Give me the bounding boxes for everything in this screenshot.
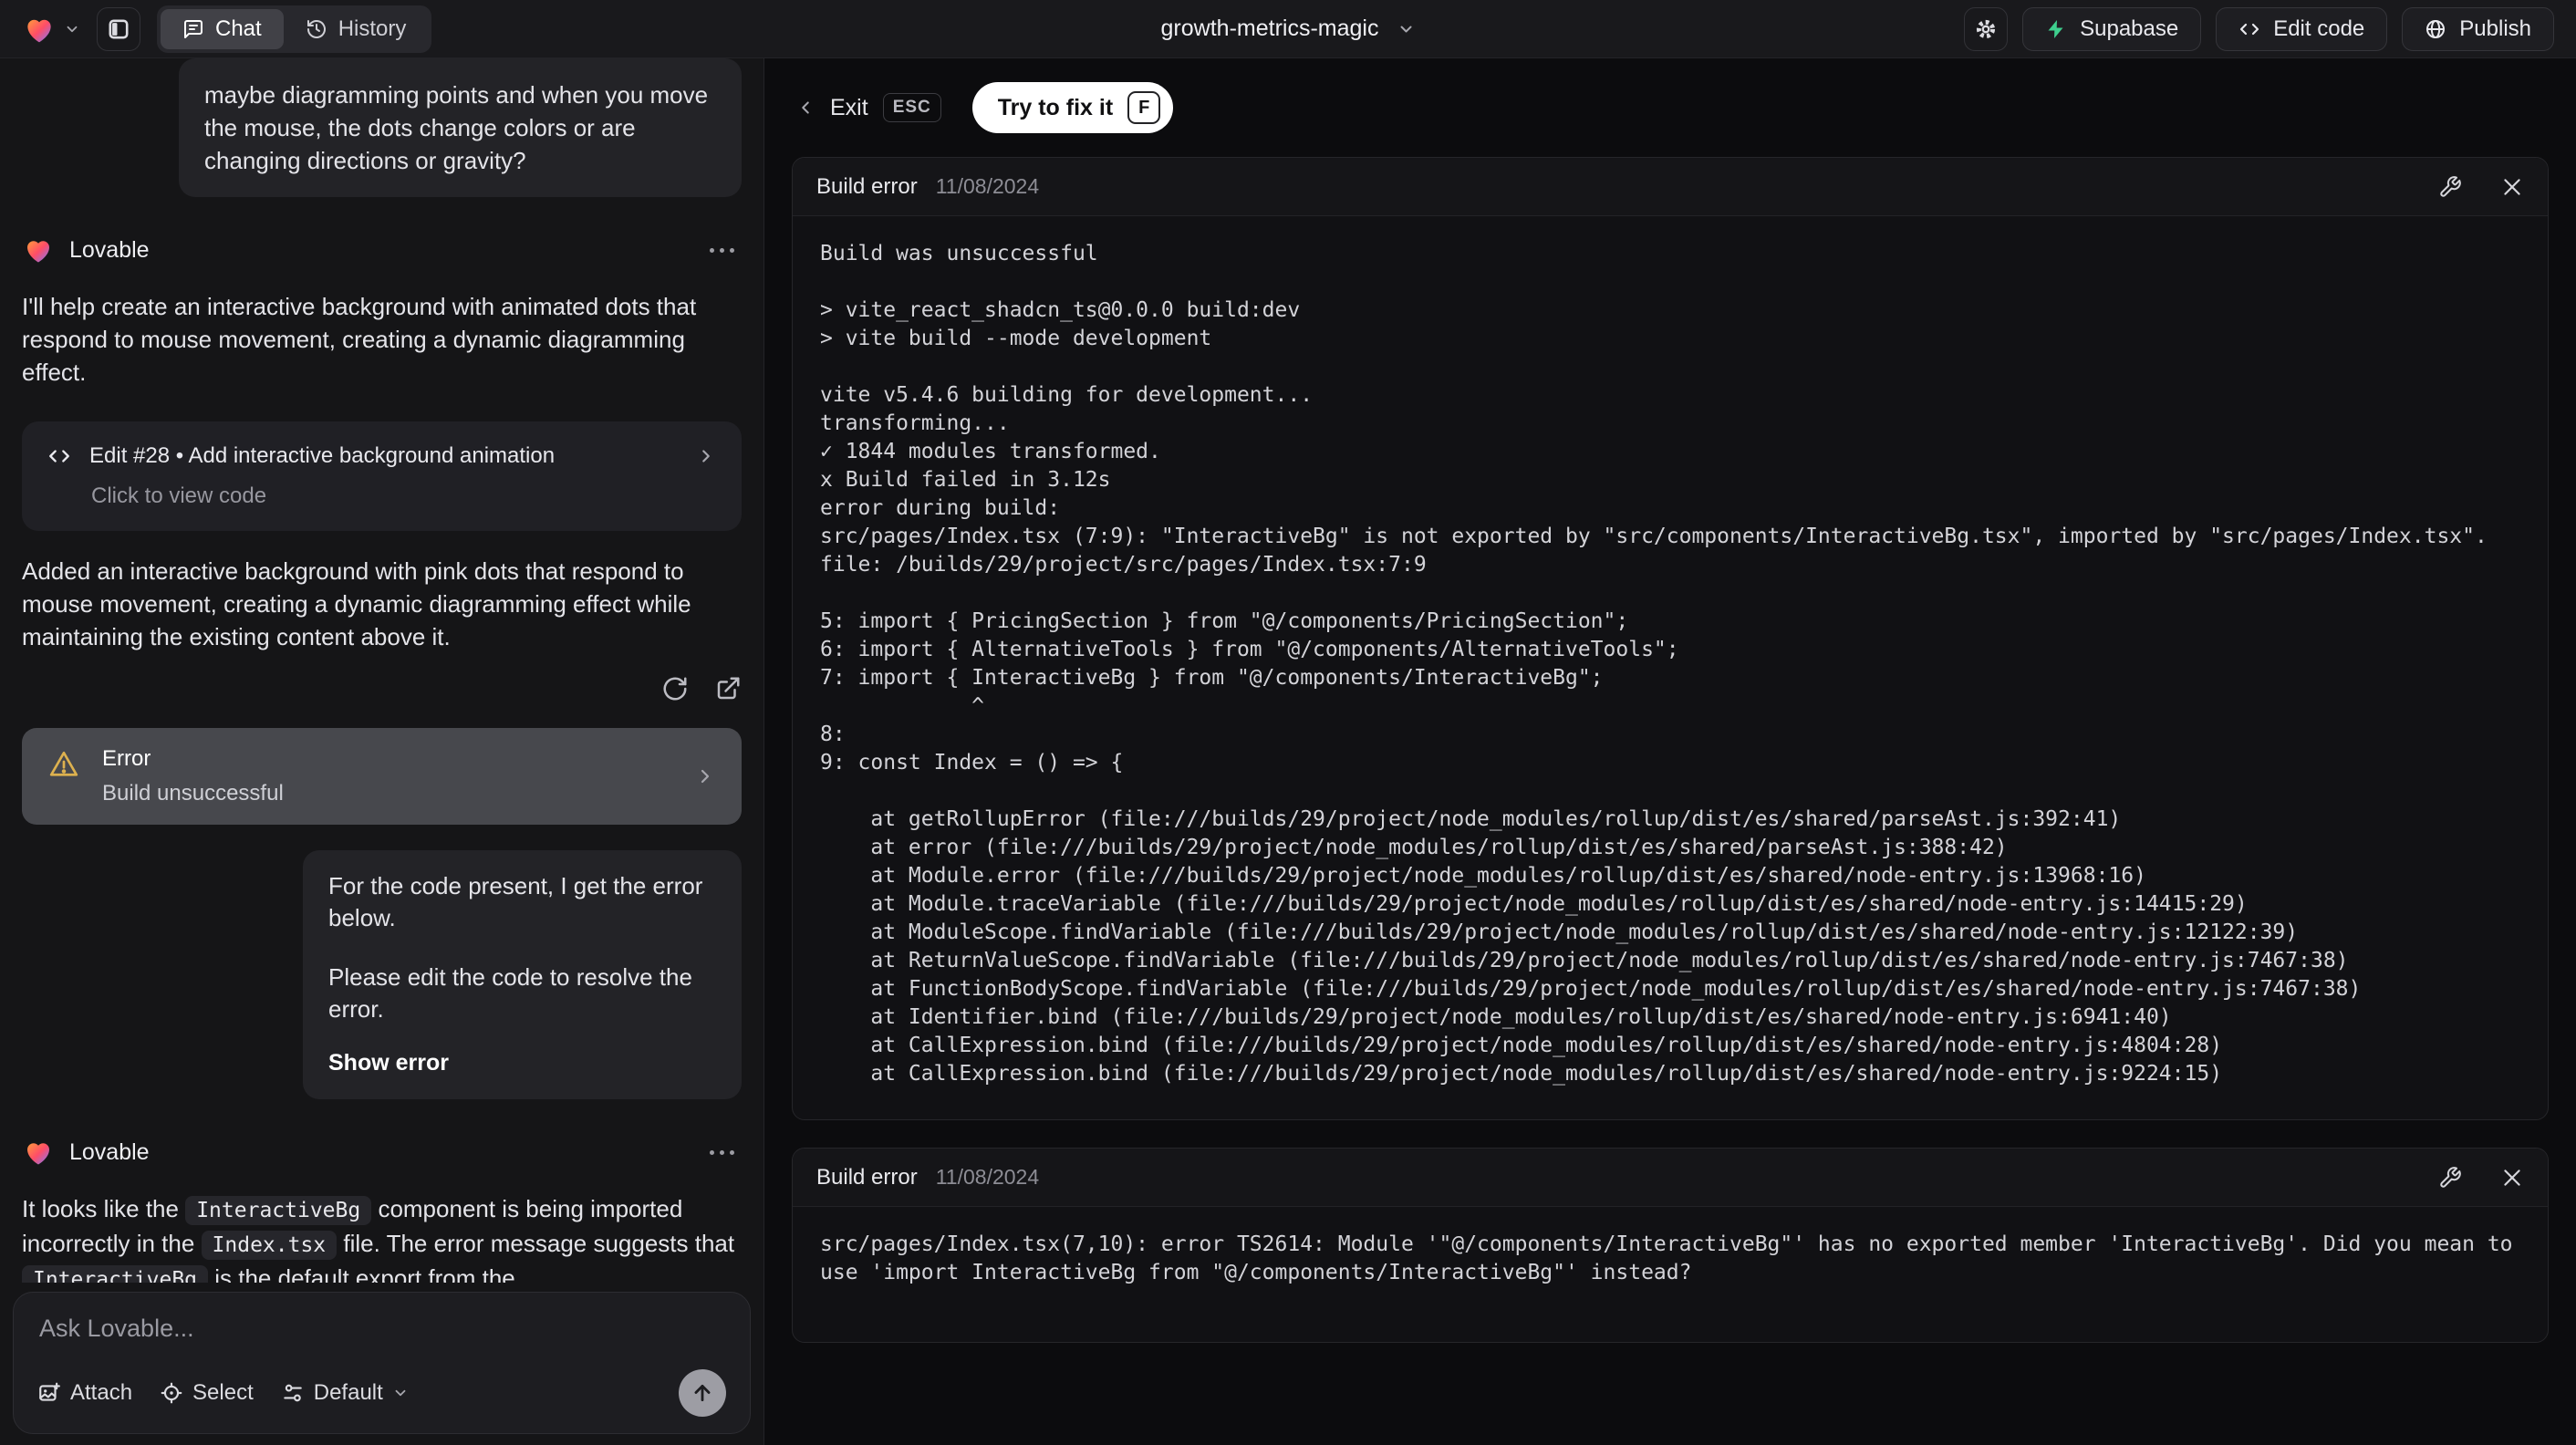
chevron-down-icon	[392, 1385, 409, 1401]
attach-button[interactable]: Attach	[37, 1380, 132, 1406]
supabase-bolt-icon	[2045, 18, 2067, 40]
edit-card-subtitle: Click to view code	[91, 483, 267, 508]
code-brackets-icon	[2238, 18, 2260, 40]
more-options-icon[interactable]	[702, 241, 742, 260]
chevron-right-icon	[694, 765, 716, 787]
settings-button[interactable]	[1964, 6, 2009, 51]
attach-label: Attach	[70, 1380, 133, 1405]
project-name: growth-metrics-magic	[1160, 16, 1379, 41]
send-button[interactable]	[679, 1369, 726, 1417]
user-message-line: For the code present, I get the error be…	[328, 872, 703, 931]
chevron-left-icon	[795, 98, 815, 118]
assistant-name: Lovable	[69, 1138, 150, 1165]
supabase-button[interactable]: Supabase	[2022, 6, 2202, 51]
warning-triangle-icon	[47, 748, 80, 781]
assistant-message-header: Lovable	[22, 234, 742, 266]
exit-label: Exit	[830, 94, 868, 120]
chevron-down-icon	[1397, 20, 1415, 38]
close-icon[interactable]	[2500, 175, 2524, 199]
tab-chat[interactable]: Chat	[161, 8, 284, 49]
assistant-text: I'll help create an interactive backgrou…	[22, 293, 697, 386]
try-to-fix-button[interactable]: Try to fix it F	[971, 82, 1174, 133]
chat-composer: Attach Select	[13, 1292, 751, 1434]
open-preview-icon[interactable]	[714, 675, 742, 702]
build-error-header: Build error 11/08/2024	[793, 1149, 2548, 1207]
preview-toolbar: Exit ESC Try to fix it F	[792, 58, 2549, 133]
assistant-message-header: Lovable	[22, 1136, 742, 1169]
tab-history[interactable]: History	[284, 9, 429, 49]
edit-card-28[interactable]: Edit #28 • Add interactive background an…	[22, 421, 742, 531]
lovable-heart-icon	[22, 1136, 55, 1169]
build-error-date: 11/08/2024	[935, 1165, 1040, 1189]
lovable-heart-icon	[22, 12, 57, 47]
mode-label: Default	[313, 1380, 383, 1405]
chat-bubble-icon	[182, 18, 204, 40]
select-label: Select	[192, 1380, 254, 1405]
panel-left-icon	[107, 17, 130, 41]
show-error-link[interactable]: Show error	[328, 1047, 716, 1079]
edit-card-title: Edit #28 • Add interactive background an…	[89, 443, 556, 468]
chat-message-list[interactable]: maybe diagramming points and when you mo…	[0, 58, 763, 1283]
user-message: For the code present, I get the error be…	[303, 850, 742, 1099]
code-brackets-icon	[47, 444, 71, 468]
error-summary-card[interactable]: Error Build unsuccessful	[22, 728, 742, 825]
f-key-badge: F	[1127, 91, 1161, 124]
tab-chat-label: Chat	[215, 16, 262, 41]
build-log[interactable]: src/pages/Index.tsx(7,10): error TS2614:…	[820, 1231, 2520, 1287]
lovable-heart-icon	[22, 234, 55, 266]
build-error-title: Build error	[816, 173, 918, 199]
edit-code-button[interactable]: Edit code	[2216, 6, 2388, 51]
build-error-title: Build error	[816, 1164, 918, 1190]
supabase-label: Supabase	[2080, 16, 2179, 41]
chat-panel: maybe diagramming points and when you mo…	[0, 58, 764, 1445]
more-options-icon[interactable]	[702, 1143, 742, 1162]
chevron-right-icon	[696, 446, 716, 466]
chat-history-tabs: Chat History	[157, 5, 432, 53]
esc-key-badge: ESC	[882, 93, 941, 122]
wrench-icon[interactable]	[2438, 175, 2462, 199]
build-error-card-2: Build error 11/08/2024 src/pages/Index.t…	[792, 1148, 2549, 1343]
user-message-line: Please edit the code to resolve the erro…	[328, 963, 692, 1023]
top-bar: Chat History growth-metrics-magic Supaba…	[0, 0, 2576, 58]
build-error-card-1: Build error 11/08/2024 Build was unsucce…	[792, 157, 2549, 1120]
preview-panel: Exit ESC Try to fix it F Build error 11/…	[764, 58, 2576, 1445]
gear-icon	[1974, 17, 1998, 41]
assistant-name: Lovable	[69, 236, 150, 263]
globe-icon	[2425, 18, 2446, 40]
publish-button[interactable]: Publish	[2402, 6, 2554, 51]
restore-version-icon[interactable]	[661, 675, 689, 702]
build-error-date: 11/08/2024	[935, 174, 1040, 198]
edit-code-label: Edit code	[2273, 16, 2365, 41]
mode-selector[interactable]: Default	[281, 1380, 409, 1406]
wrench-icon[interactable]	[2438, 1166, 2462, 1190]
arrow-up-icon	[691, 1381, 714, 1405]
build-error-header: Build error 11/08/2024	[793, 158, 2548, 216]
locate-icon	[160, 1381, 183, 1405]
message-actions	[22, 675, 742, 702]
toggle-sidebar-button[interactable]	[97, 6, 140, 51]
tab-history-label: History	[338, 16, 407, 41]
exit-button[interactable]: Exit ESC	[795, 93, 941, 122]
error-card-subtitle: Build unsuccessful	[102, 781, 284, 806]
project-switcher[interactable]: growth-metrics-magic	[1161, 0, 1416, 57]
image-plus-icon	[37, 1381, 61, 1405]
chevron-down-icon	[64, 21, 80, 37]
sliders-icon	[281, 1381, 305, 1405]
error-card-title: Error	[102, 746, 151, 771]
chat-input[interactable]	[37, 1313, 726, 1349]
user-message: maybe diagramming points and when you mo…	[179, 58, 742, 197]
lovable-logo-menu[interactable]	[22, 12, 80, 47]
close-icon[interactable]	[2500, 1166, 2524, 1190]
select-element-button[interactable]: Select	[160, 1380, 254, 1406]
history-icon	[306, 18, 327, 40]
app-window: Chat History growth-metrics-magic Supaba…	[0, 0, 2576, 1445]
publish-label: Publish	[2459, 16, 2531, 41]
assistant-text-rich: It looks like the InteractiveBg componen…	[22, 1192, 742, 1283]
fix-button-label: Try to fix it	[997, 94, 1114, 120]
assistant-text: Added an interactive background with pin…	[22, 557, 691, 650]
build-log[interactable]: Build was unsuccessful > vite_react_shad…	[820, 240, 2520, 1088]
